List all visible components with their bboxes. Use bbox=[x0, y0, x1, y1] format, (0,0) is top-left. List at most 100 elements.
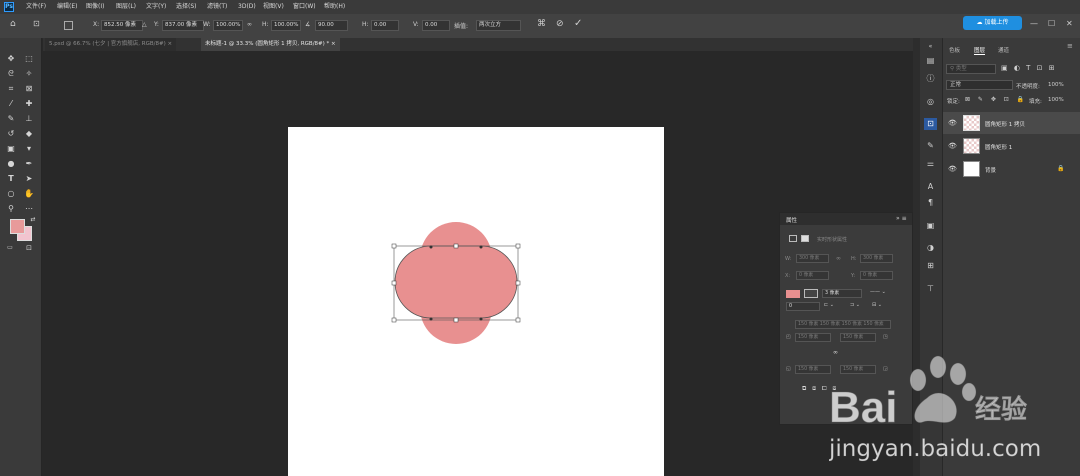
menu-image[interactable]: 图像(I) bbox=[86, 0, 104, 14]
menu-view[interactable]: 视图(V) bbox=[263, 0, 284, 14]
angle-field[interactable]: 90.00 bbox=[315, 20, 348, 31]
corner-tr-field[interactable]: 150 像素 bbox=[840, 333, 876, 342]
history-panel-icon[interactable]: ▤ bbox=[924, 55, 937, 67]
stamp-tool-icon[interactable]: ⊥ bbox=[24, 114, 34, 124]
path-selection-icon[interactable]: ➤ bbox=[24, 174, 34, 184]
pen-tool-icon[interactable]: ✒ bbox=[24, 159, 34, 169]
width-scale-field[interactable]: 100.00% bbox=[213, 20, 243, 31]
layer-row-shape[interactable]: 👁 圆角矩形 1 bbox=[943, 135, 1080, 157]
history-brush-icon[interactable]: ↺ bbox=[6, 129, 16, 139]
eyedropper-icon[interactable]: ⁄ bbox=[6, 99, 16, 109]
opacity-value[interactable]: 100% bbox=[1048, 82, 1064, 88]
menu-layer[interactable]: 图层(L) bbox=[116, 0, 136, 14]
home-icon[interactable]: ⌂ bbox=[10, 19, 16, 29]
stroke-color-swatch[interactable] bbox=[804, 289, 818, 298]
cloud-upload-button[interactable]: ☁ 加载上传 bbox=[963, 16, 1022, 30]
shape-layer-artwork[interactable] bbox=[390, 218, 525, 348]
mask-properties-icon[interactable] bbox=[801, 235, 809, 242]
menu-help[interactable]: 帮助(H) bbox=[324, 0, 345, 14]
transform-handle[interactable] bbox=[391, 280, 397, 286]
foreground-color-swatch[interactable] bbox=[10, 219, 25, 234]
anchor-point[interactable] bbox=[479, 245, 483, 249]
corner-radius-all-field[interactable]: 150 像素 150 像素 150 像素 150 像素 bbox=[795, 320, 891, 329]
anchor-point[interactable] bbox=[429, 317, 433, 321]
tab-untitled-1[interactable]: 未标题-1 @ 33.3% (圆角矩形 1 拷贝, RGB/8#) * × bbox=[201, 38, 340, 51]
magic-wand-icon[interactable]: ✧ bbox=[24, 69, 34, 79]
link-icon[interactable]: ∞ bbox=[247, 21, 252, 28]
stroke-align-select[interactable]: ⊏ ⌄ bbox=[824, 302, 834, 308]
transform-handle[interactable] bbox=[453, 243, 459, 249]
transform-handle[interactable] bbox=[515, 243, 521, 249]
menu-type[interactable]: 文字(Y) bbox=[146, 0, 166, 14]
libraries-panel-icon[interactable]: ◎ bbox=[924, 96, 937, 108]
shape-height-field[interactable]: 300 像素 bbox=[860, 254, 893, 263]
tab-channels[interactable]: 通道 bbox=[998, 46, 1009, 54]
transform-handle[interactable] bbox=[391, 243, 397, 249]
menu-window[interactable]: 窗口(W) bbox=[293, 0, 316, 14]
corner-tl-field[interactable]: 150 像素 bbox=[795, 333, 831, 342]
adjustments-icon[interactable]: ⚌ bbox=[924, 158, 937, 170]
marquee-tool-icon[interactable]: ⬚ bbox=[24, 54, 34, 64]
screen-mode-icon[interactable]: ⊡ bbox=[24, 243, 34, 253]
commit-transform-icon[interactable]: ✓ bbox=[574, 18, 582, 29]
horizontal-skew-field[interactable]: 0.00 bbox=[371, 20, 399, 31]
maximize-icon[interactable]: ☐ bbox=[1048, 19, 1055, 28]
type-tool-icon[interactable]: T bbox=[6, 174, 16, 184]
layer-row-shape-copy[interactable]: 👁 圆角矩形 1 拷贝 bbox=[943, 112, 1080, 134]
transform-handle[interactable] bbox=[453, 317, 459, 323]
layer-row-background[interactable]: 👁 背景 🔒 bbox=[943, 158, 1080, 180]
stroke-caps-select[interactable]: ⊐ ⌄ bbox=[850, 302, 860, 308]
styles-icon[interactable]: ⊞ bbox=[924, 260, 937, 272]
crop-tool-icon[interactable]: ⌗ bbox=[6, 84, 16, 94]
brush-panel-icon[interactable]: ✎ bbox=[924, 140, 937, 152]
eraser-icon[interactable]: ◆ bbox=[24, 129, 34, 139]
properties-panel-icon[interactable]: ⊡ bbox=[924, 118, 937, 130]
shape-width-field[interactable]: 300 像素 bbox=[796, 254, 829, 263]
brush-tool-icon[interactable]: ✎ bbox=[6, 114, 16, 124]
visibility-eye-icon[interactable]: 👁 bbox=[948, 119, 957, 127]
zoom-tool-icon[interactable]: ⚲ bbox=[6, 204, 16, 214]
link-dimensions-icon[interactable]: ∞ bbox=[836, 255, 841, 262]
shape-x-field[interactable]: 0 像素 bbox=[796, 271, 829, 280]
quick-mask-icon[interactable]: ▭ bbox=[5, 243, 15, 253]
more-tools-icon[interactable]: ⋯ bbox=[24, 204, 34, 214]
collapse-panels-icon[interactable]: « bbox=[924, 41, 937, 53]
interpolation-select[interactable]: 两次立方 bbox=[476, 20, 521, 31]
y-position-field[interactable]: 837.00 像素 bbox=[162, 20, 204, 31]
tab-layers[interactable]: 图层 bbox=[974, 46, 986, 55]
reference-point-icon[interactable] bbox=[64, 21, 73, 30]
frame-tool-icon[interactable]: ⊠ bbox=[24, 84, 34, 94]
menu-3d[interactable]: 3D(D) bbox=[238, 0, 256, 14]
lock-icons[interactable]: ⊠ ✎ ✥ ⊡ 🔒 bbox=[965, 96, 1027, 103]
shape-y-field[interactable]: 0 像素 bbox=[860, 271, 893, 280]
x-position-field[interactable]: 852.50 像素 bbox=[101, 20, 143, 31]
transform-handle[interactable] bbox=[515, 317, 521, 323]
tab-swatches[interactable]: 色板 bbox=[949, 46, 960, 54]
warp-icon[interactable]: ⌘ bbox=[537, 19, 546, 29]
visibility-eye-icon[interactable]: 👁 bbox=[948, 165, 957, 173]
menu-edit[interactable]: 编辑(E) bbox=[57, 0, 77, 14]
hand-tool-icon[interactable]: ✋ bbox=[24, 189, 34, 199]
layer-filter-select[interactable]: ⚲ 类型 bbox=[946, 64, 996, 74]
stroke-width-field[interactable]: 3 像素 bbox=[822, 289, 862, 298]
panel-menu-icon[interactable]: ≡ bbox=[1067, 42, 1073, 50]
transform-handle[interactable] bbox=[515, 280, 521, 286]
corner-bl-field[interactable]: 150 像素 bbox=[795, 365, 831, 374]
swap-colors-icon[interactable]: ⇄ bbox=[28, 215, 38, 225]
height-scale-field[interactable]: 100.00% bbox=[271, 20, 301, 31]
fill-value[interactable]: 100% bbox=[1048, 97, 1064, 103]
layer-comps-icon[interactable]: ▣ bbox=[924, 220, 937, 232]
character-panel-icon[interactable]: A bbox=[924, 181, 937, 193]
transform-tool-icon[interactable]: ⊡ bbox=[33, 19, 40, 28]
tool-presets-icon[interactable]: ⊤ bbox=[924, 283, 937, 295]
healing-brush-icon[interactable]: ✚ bbox=[24, 99, 34, 109]
minimize-icon[interactable]: — bbox=[1030, 19, 1038, 28]
anchor-point[interactable] bbox=[479, 317, 483, 321]
fill-color-swatch[interactable] bbox=[786, 290, 800, 298]
menu-select[interactable]: 选择(S) bbox=[176, 0, 197, 14]
stroke-style-select[interactable]: —— ⌄ bbox=[870, 289, 886, 295]
stroke-join-select[interactable]: ⊟ ⌄ bbox=[872, 302, 882, 308]
layer-filter-icons[interactable]: ▣ ◐ T ⊡ ⊞ bbox=[1001, 64, 1057, 72]
anchor-point[interactable] bbox=[429, 245, 433, 249]
lasso-tool-icon[interactable]: ᘓ bbox=[6, 69, 16, 79]
